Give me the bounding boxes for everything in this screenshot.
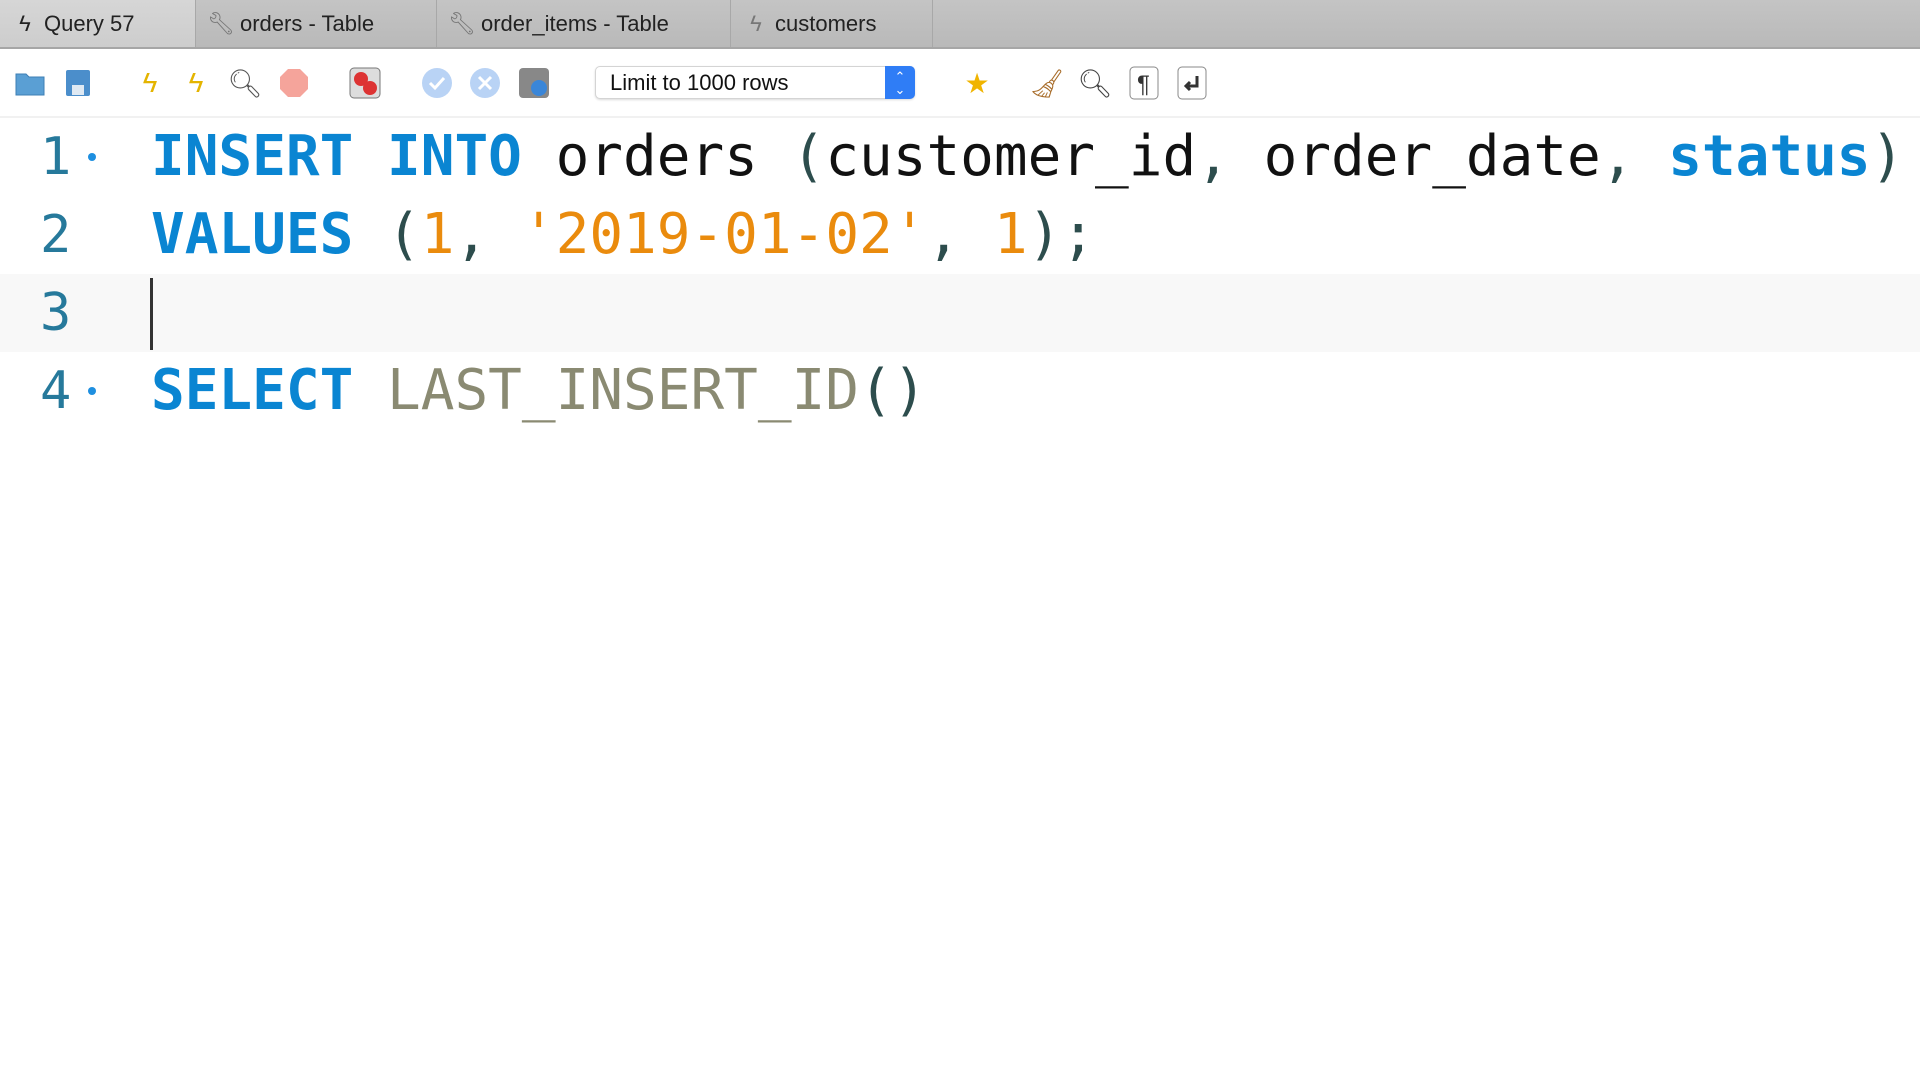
line-number: 2: [40, 205, 72, 265]
token-fn: LAST_INSERT_ID: [387, 358, 860, 423]
token-kw: INSERT: [151, 124, 354, 189]
text-cursor: [150, 278, 153, 350]
token-num: 1: [993, 202, 1028, 267]
tab-label: orders - Table: [240, 10, 375, 36]
lightning-icon: ϟ: [19, 10, 31, 36]
token-pn: ,: [454, 202, 522, 267]
token-pn: ,: [1600, 124, 1669, 189]
token-num: 1: [420, 202, 455, 267]
token-id: customer_id: [825, 124, 1197, 189]
token-id: [353, 124, 387, 189]
wrench-icon: 🔧︎: [207, 10, 235, 36]
tab-label: order_items - Table: [481, 10, 669, 36]
rollback-x-icon[interactable]: [468, 66, 502, 100]
token-kw: status: [1668, 124, 1871, 189]
line-number: 3: [40, 283, 72, 343]
code-text: VALUES (1, '2019-01-02', 1);: [151, 196, 1095, 274]
token-pn: ,: [926, 202, 994, 267]
token-str: '2019-01-02': [521, 202, 927, 267]
tab-bar: ϟ Query 57 🔧︎ orders - Table 🔧︎ order_items…: [0, 0, 1920, 49]
tab-label: customers: [775, 10, 877, 36]
token-pn: ): [1870, 124, 1905, 189]
token-kw: SELECT: [151, 358, 354, 423]
token-id: order_date: [1263, 124, 1601, 189]
token-pn: ,: [1196, 124, 1264, 189]
token-id: orders: [521, 124, 792, 189]
token-id: [353, 358, 387, 423]
commit-check-icon[interactable]: [420, 66, 454, 100]
explain-magnifier-icon[interactable]: 🔍︎: [227, 66, 263, 100]
add-snippet-star-icon[interactable]: ★: [960, 66, 994, 100]
toggle-error-stop-icon[interactable]: [348, 66, 382, 100]
invisible-characters-icon[interactable]: ¶: [1127, 66, 1161, 100]
find-replace-icon[interactable]: 🔍︎: [1077, 66, 1113, 100]
token-pn: (): [859, 358, 927, 423]
code-text: INSERT INTO orders (customer_id, order_d…: [151, 118, 1904, 196]
tab-query-57[interactable]: ϟ Query 57: [0, 0, 196, 47]
tab-label: Query 57: [44, 10, 135, 36]
code-line[interactable]: 2 VALUES (1, '2019-01-02', 1);: [0, 196, 1920, 274]
save-icon[interactable]: [61, 66, 95, 100]
token-kw: VALUES: [151, 202, 354, 267]
code-line[interactable]: 3: [0, 274, 1920, 352]
code-text: SELECT LAST_INSERT_ID(): [151, 352, 926, 430]
code-line[interactable]: 1 INSERT INTO orders (customer_id, order_…: [0, 118, 1920, 196]
statement-marker-icon: [88, 153, 96, 161]
statement-marker-icon: [88, 387, 96, 395]
toolbar: ϟ ϟ 🔍︎ Limit to 1000 rows ⌃ ⌄ ★ 🧹︎ 🔍︎ ¶: [0, 49, 1920, 118]
token-pn: (: [353, 202, 421, 267]
token-pn: (: [791, 124, 826, 189]
autocommit-icon[interactable]: [517, 66, 551, 100]
wrench-icon: 🔧︎: [448, 10, 476, 36]
limit-rows-select[interactable]: Limit to 1000 rows ⌃ ⌄: [595, 66, 915, 99]
sql-editor[interactable]: 1 INSERT INTO orders (customer_id, order_…: [0, 118, 1920, 1080]
token-pn: );: [1027, 202, 1096, 267]
execute-lightning-icon[interactable]: ϟ: [133, 66, 167, 100]
line-number: 1: [40, 127, 72, 187]
token-kw: INTO: [387, 124, 522, 189]
tab-order-items-table[interactable]: 🔧︎ order_items - Table: [437, 0, 731, 47]
svg-text:¶: ¶: [1137, 71, 1150, 98]
stop-hand-icon[interactable]: [277, 66, 311, 100]
tab-customers[interactable]: ϟ customers: [731, 0, 933, 47]
limit-rows-value: Limit to 1000 rows: [610, 69, 789, 95]
execute-current-statement-icon[interactable]: ϟ: [179, 66, 213, 100]
chevron-up-down-icon: ⌃ ⌄: [885, 66, 915, 99]
word-wrap-icon[interactable]: [1175, 66, 1209, 100]
line-number: 4: [40, 361, 72, 421]
code-line[interactable]: 4 SELECT LAST_INSERT_ID(): [0, 352, 1920, 430]
beautify-broom-icon[interactable]: 🧹︎: [1029, 66, 1065, 100]
lightning-icon: ϟ: [750, 10, 762, 36]
tab-orders-table[interactable]: 🔧︎ orders - Table: [196, 0, 437, 47]
open-folder-icon[interactable]: [13, 66, 47, 100]
